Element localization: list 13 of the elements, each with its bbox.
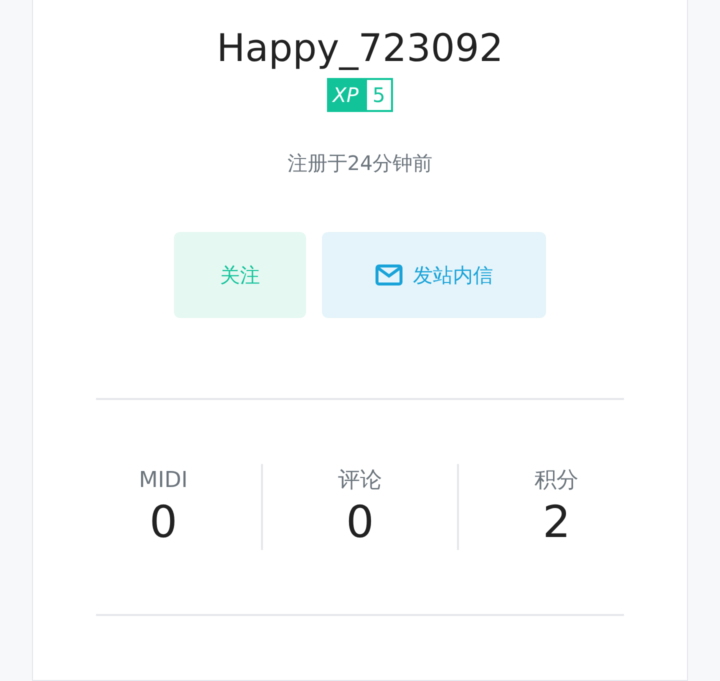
stat-value: 0 [346, 496, 374, 550]
stat-label: 评论 [338, 466, 382, 495]
xp-badge: XP [326, 78, 365, 112]
stat-value: 2 [542, 496, 571, 550]
stat-value: 0 [149, 496, 178, 550]
username: Happy_723092 [216, 28, 504, 70]
mail-icon [375, 264, 403, 286]
xp-level: 5 [364, 78, 394, 112]
stat-label: 积分 [534, 466, 579, 495]
stat-label: MIDI [138, 466, 188, 495]
message-button[interactable]: 发站内信 [322, 232, 546, 318]
follow-button[interactable]: 关注 [174, 232, 306, 318]
registered-time: 注册于24分钟前 [287, 150, 433, 177]
